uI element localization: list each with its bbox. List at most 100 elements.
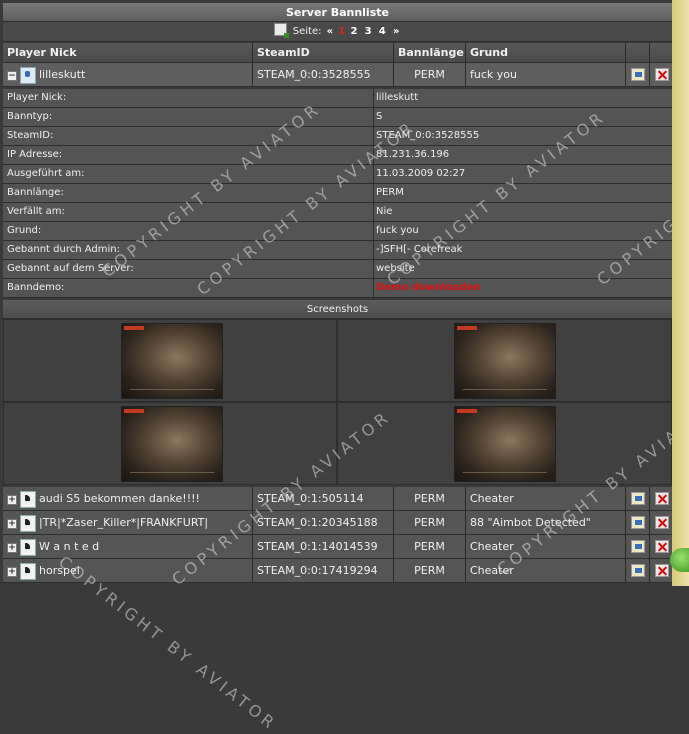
- delete-ban-icon[interactable]: [655, 516, 669, 529]
- detail-value: Nie: [373, 203, 672, 221]
- detail-value: 81.231.36.196: [373, 146, 672, 164]
- expand-toggle-icon[interactable]: +: [7, 567, 17, 577]
- table-row-expanded[interactable]: − lilleskutt STEAM_0:0:3528555 PERM fuck…: [3, 63, 672, 87]
- screenshot-cell: [337, 319, 672, 402]
- status-badge-icon[interactable]: [670, 548, 689, 572]
- screenshot-cell: [3, 402, 337, 485]
- pager-label: Seite:: [292, 26, 322, 37]
- player-nick: audi S5 bekommen danke!!!!: [39, 492, 200, 505]
- player-nick: lilleskutt: [39, 68, 86, 81]
- delete-cell: [649, 63, 672, 86]
- delete-cell: [649, 535, 672, 558]
- pagination: Seite: « 1 2 3 4 »: [3, 22, 672, 42]
- player-ban-length: PERM: [393, 487, 465, 510]
- delete-ban-icon[interactable]: [655, 540, 669, 553]
- screenshot-thumbnail[interactable]: [454, 323, 556, 399]
- detail-row: Grund: fuck you: [3, 222, 672, 241]
- table-row[interactable]: + W a n t e d STEAM_0:1:14014539 PERM Cheate…: [3, 535, 672, 559]
- player-steamid: STEAM_0:1:14014539: [252, 535, 393, 558]
- player-nick-cell: + horspel: [3, 559, 252, 582]
- detail-row: Banntyp: S: [3, 108, 672, 127]
- player-nick-cell: + |TR|*Zaser_Killer*|FRANKFURT|: [3, 511, 252, 534]
- pager-page-4[interactable]: 4: [379, 26, 386, 37]
- delete-ban-icon[interactable]: [655, 492, 669, 505]
- detail-value: fuck you: [373, 222, 672, 240]
- col-bannlaenge: Bannlänge: [393, 43, 465, 62]
- col-action-1: [625, 43, 649, 62]
- edit-ban-icon[interactable]: [631, 516, 645, 529]
- edit-cell: [625, 559, 649, 582]
- delete-ban-icon[interactable]: [655, 68, 669, 81]
- player-nick-cell: − lilleskutt: [3, 63, 252, 86]
- detail-value: S: [373, 108, 672, 126]
- col-steamid: SteamID: [252, 43, 393, 62]
- detail-label: SteamID:: [7, 130, 54, 141]
- edit-ban-icon[interactable]: [631, 564, 645, 577]
- detail-row: Gebannt durch Admin: -]SFH[- Corefreak: [3, 241, 672, 260]
- pager-next[interactable]: »: [393, 26, 399, 37]
- detail-label: Banntyp:: [7, 111, 53, 122]
- edit-cell: [625, 487, 649, 510]
- detail-label: IP Adresse:: [7, 149, 63, 160]
- delete-ban-icon[interactable]: [655, 564, 669, 577]
- detail-label: Banndemo:: [7, 282, 65, 293]
- table-header: Player Nick SteamID Bannlänge Grund: [3, 43, 672, 63]
- player-ban-length: PERM: [393, 511, 465, 534]
- player-nick-cell: + audi S5 bekommen danke!!!!: [3, 487, 252, 510]
- player-profile-icon: [20, 539, 36, 556]
- col-player-nick: Player Nick: [7, 46, 77, 59]
- pager-page-3[interactable]: 3: [365, 26, 372, 37]
- delete-cell: [649, 511, 672, 534]
- detail-row: Banndemo: Demo downloaden: [3, 279, 672, 298]
- player-nick: |TR|*Zaser_Killer*|FRANKFURT|: [39, 516, 209, 529]
- expand-toggle-icon[interactable]: +: [7, 543, 17, 553]
- delete-cell: [649, 487, 672, 510]
- edit-cell: [625, 511, 649, 534]
- detail-label: Gebannt durch Admin:: [7, 244, 120, 255]
- edit-cell: [625, 63, 649, 86]
- edit-cell: [625, 535, 649, 558]
- detail-row: Player Nick: lilleskutt: [3, 89, 672, 108]
- player-ban-length: PERM: [393, 63, 465, 86]
- player-reason: Cheater: [465, 559, 625, 582]
- screenshot-cell: [3, 319, 337, 402]
- player-profile-icon: [20, 563, 36, 580]
- pager-prev[interactable]: «: [327, 26, 333, 37]
- edit-ban-icon[interactable]: [631, 492, 645, 505]
- player-reason: fuck you: [465, 63, 625, 86]
- col-grund: Grund: [465, 43, 625, 62]
- edit-ban-icon[interactable]: [631, 68, 645, 81]
- page-title: Server Bannliste: [3, 3, 672, 22]
- detail-label: Bannlänge:: [7, 187, 64, 198]
- detail-row: Verfällt am: Nie: [3, 203, 672, 222]
- screenshot-thumbnail[interactable]: [121, 323, 223, 399]
- edit-ban-icon[interactable]: [631, 540, 645, 553]
- detail-label: Ausgeführt am:: [7, 168, 85, 179]
- expand-toggle-icon[interactable]: +: [7, 495, 17, 505]
- col-action-2: [649, 43, 672, 62]
- player-profile-icon: [20, 67, 36, 84]
- player-profile-icon: [20, 491, 36, 508]
- player-ban-length: PERM: [393, 559, 465, 582]
- screenshot-thumbnail[interactable]: [454, 406, 556, 482]
- screenshot-thumbnail[interactable]: [121, 406, 223, 482]
- screenshots-header: Screenshots: [3, 300, 672, 319]
- detail-label: Verfällt am:: [7, 206, 65, 217]
- demo-download-link[interactable]: Demo downloaden: [373, 279, 672, 297]
- delete-cell: [649, 559, 672, 582]
- pager-page-2[interactable]: 2: [350, 26, 357, 37]
- page-side-strip: [672, 0, 689, 586]
- table-row[interactable]: + horspel STEAM_0:0:17419294 PERM Cheater: [3, 559, 672, 583]
- pager-current: 1: [338, 26, 346, 37]
- detail-label: Player Nick:: [7, 92, 67, 103]
- expand-toggle-icon[interactable]: +: [7, 519, 17, 529]
- player-steamid: STEAM_0:0:3528555: [252, 63, 393, 86]
- detail-label: Grund:: [7, 225, 42, 236]
- collapse-toggle-icon[interactable]: −: [7, 71, 17, 81]
- player-steamid: STEAM_0:0:17419294: [252, 559, 393, 582]
- player-ban-length: PERM: [393, 535, 465, 558]
- ban-list-page: Server Bannliste Seite: « 1 2 3 4 » Play…: [0, 0, 689, 734]
- player-profile-icon: [20, 515, 36, 532]
- add-ban-icon[interactable]: [273, 23, 289, 38]
- detail-value: lilleskutt: [373, 89, 672, 107]
